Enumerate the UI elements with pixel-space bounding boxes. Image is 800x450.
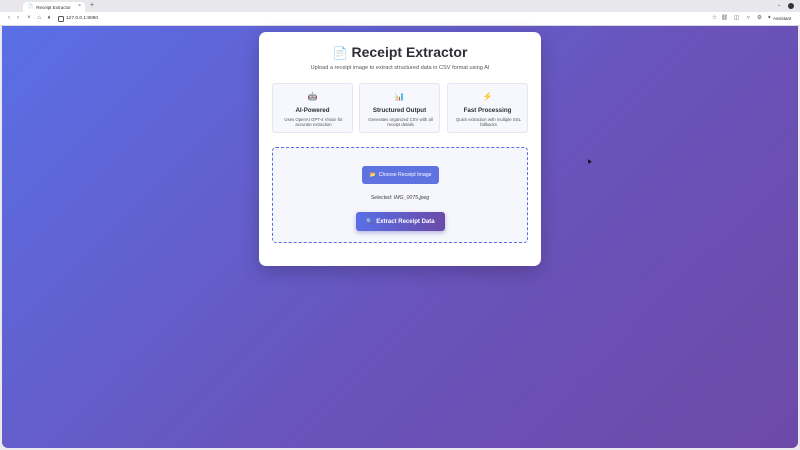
forward-icon[interactable]: › — [14, 15, 22, 21]
page-title: 📄 Receipt Extractor — [259, 44, 541, 60]
sparkle-icon[interactable]: ✦ — [767, 15, 772, 21]
feature-card-fast: ⚡ Fast Processing Quick extraction with … — [447, 83, 528, 133]
feature-description: Quick extraction with multiple SSL fallb… — [456, 117, 521, 128]
feature-card-structured: 📊 Structured Output Generates organized … — [359, 83, 440, 133]
extract-data-button[interactable]: 🔍 Extract Receipt Data — [356, 212, 445, 231]
page-favicon-icon: 📄 — [27, 4, 34, 10]
feature-title: Structured Output — [372, 107, 427, 114]
magnifier-icon: 🔍 — [366, 218, 374, 225]
feature-title: AI-Powered — [295, 107, 330, 114]
microphone-icon[interactable]: ♦ — [45, 15, 53, 21]
link-icon[interactable]: ⛓ — [721, 15, 728, 21]
lightning-icon: ⚡ — [482, 92, 493, 101]
browser-tab-bar: 📄 Receipt Extractor × + ⌄ — [0, 0, 800, 12]
filter-icon[interactable]: ▿ — [747, 15, 750, 21]
feature-description: Generates organized CSV with all receipt… — [368, 117, 433, 128]
feature-description: Uses OpenAI GPT-4 Vision for accurate ex… — [284, 117, 343, 128]
bookmark-star-icon[interactable]: ☆ — [712, 15, 717, 21]
choose-image-button[interactable]: 📂 Choose Receipt Image — [362, 166, 439, 184]
choose-image-label: Choose Receipt Image — [378, 172, 432, 178]
extract-data-label: Extract Receipt Data — [376, 218, 435, 225]
assistant-button[interactable]: Assistant — [773, 16, 791, 21]
robot-icon: 🤖 — [307, 92, 318, 101]
main-card: 📄 Receipt Extractor Upload a receipt imag… — [259, 32, 541, 266]
address-bar[interactable]: 127.0.0.1:8080 — [66, 16, 98, 21]
feature-title: Fast Processing — [463, 107, 512, 114]
page-title-text: Receipt Extractor — [351, 44, 468, 60]
selected-file-text: Selected: IMG_0075.jpeg — [370, 195, 430, 201]
settings-gear-icon[interactable]: ⚙ — [757, 15, 762, 21]
profile-avatar[interactable] — [788, 3, 794, 9]
home-icon[interactable]: ⌂ — [35, 15, 43, 21]
feature-card-ai: 🤖 AI-Powered Uses OpenAI GPT-4 Vision fo… — [272, 83, 353, 133]
document-icon: 📄 — [332, 46, 348, 60]
site-info-icon[interactable] — [58, 16, 64, 22]
tab-list-chevron-icon[interactable]: ⌄ — [777, 2, 781, 8]
extensions-icon[interactable]: ◫ — [734, 15, 739, 21]
close-tab-icon[interactable]: × — [78, 3, 81, 9]
bar-chart-icon: 📊 — [394, 92, 405, 101]
folder-icon: 📂 — [369, 172, 376, 178]
page-viewport: 📄 Receipt Extractor Upload a receipt imag… — [2, 26, 798, 448]
browser-toolbar: ‹ › × ⌂ ♦ 127.0.0.1:8080 ☆ ⛓ ◫ ▿ ⚙ ✦ Ass… — [0, 12, 800, 26]
page-subtitle: Upload a receipt image to extract struct… — [310, 65, 490, 71]
upload-dropzone[interactable]: 📂 Choose Receipt Image Selected: IMG_007… — [272, 147, 528, 243]
browser-tab[interactable]: 📄 Receipt Extractor × — [23, 2, 85, 12]
tab-title: Receipt Extractor — [36, 4, 71, 10]
new-tab-button[interactable]: + — [90, 2, 94, 9]
stop-icon[interactable]: × — [25, 15, 33, 21]
back-icon[interactable]: ‹ — [5, 15, 13, 21]
